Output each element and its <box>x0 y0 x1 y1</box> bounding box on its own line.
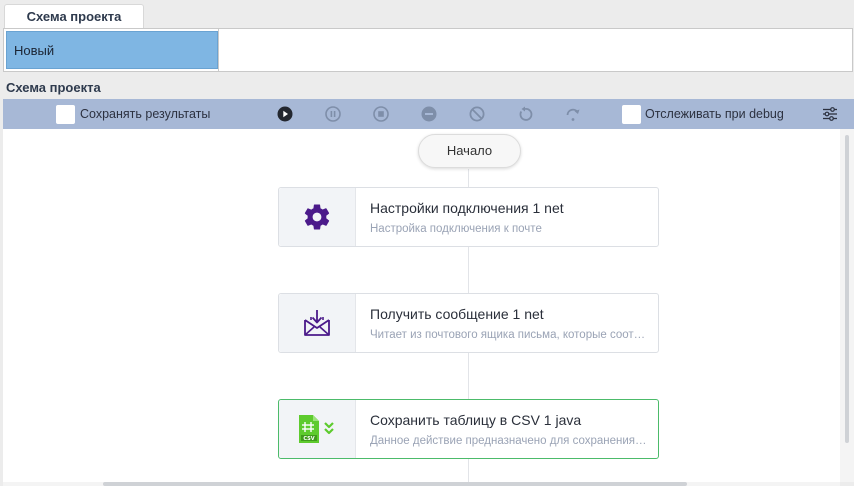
save-results-checkbox[interactable] <box>56 105 75 124</box>
vertical-scrollbar[interactable] <box>840 129 854 482</box>
node-description: Читает из почтового ящика письма, которы… <box>370 329 648 341</box>
redo-icon <box>566 108 580 121</box>
gear-icon <box>304 204 330 230</box>
stop-icon <box>373 106 389 122</box>
vertical-scroll-thumb[interactable] <box>845 135 849 443</box>
node-title: Настройки подключения 1 net <box>370 200 564 216</box>
stop-button[interactable] <box>372 105 390 123</box>
settings-button[interactable] <box>821 105 839 123</box>
stop-all-icon <box>421 106 437 122</box>
node-title: Сохранить таблицу в CSV 1 java <box>370 412 582 428</box>
play-icon <box>277 106 293 122</box>
track-debug-label: Отслеживать при debug <box>645 107 784 121</box>
app-window: Схема проекта Новый Схема проекта Сохран… <box>0 0 854 486</box>
cancel-icon <box>469 106 485 122</box>
flow-node-save-csv[interactable]: CSV Сохранить таблицу в CSV 1 java Данно… <box>278 399 659 459</box>
flow-node-connection-settings[interactable]: Настройки подключения 1 net Настройка по… <box>278 187 659 247</box>
restart-button[interactable] <box>516 105 534 123</box>
play-button[interactable] <box>276 105 294 123</box>
horizontal-scroll-thumb[interactable] <box>103 482 687 486</box>
flow-node-get-message[interactable]: Получить сообщение 1 net Читает из почто… <box>278 293 659 353</box>
save-results-label: Сохранять результаты <box>80 107 211 121</box>
node-title: Получить сообщение 1 net <box>370 306 544 322</box>
tab-project-scheme[interactable]: Схема проекта <box>4 4 144 28</box>
section-title: Схема проекта <box>6 80 101 95</box>
pause-button[interactable] <box>324 105 342 123</box>
node-description: Настройка подключения к почте <box>370 223 542 235</box>
cancel-button[interactable] <box>468 105 486 123</box>
divider <box>218 29 219 71</box>
start-node[interactable]: Начало <box>418 134 521 168</box>
redo-button[interactable] <box>564 105 582 123</box>
mail-download-icon <box>304 310 330 336</box>
node-icon-box <box>279 294 356 352</box>
horizontal-scrollbar[interactable] <box>3 482 840 486</box>
restart-icon <box>519 106 533 121</box>
flow-canvas[interactable]: Начало Настройки подключения 1 net Настр… <box>3 129 840 482</box>
toolbar: Сохранять результаты Отслеживать при deb… <box>3 99 854 129</box>
pause-icon <box>325 106 341 122</box>
stop-all-button[interactable] <box>420 105 438 123</box>
item-list-panel: Новый <box>3 28 853 72</box>
node-icon-box: CSV <box>279 400 356 458</box>
track-debug-checkbox[interactable] <box>622 105 641 124</box>
node-icon-box <box>279 188 356 246</box>
list-item-new[interactable]: Новый <box>6 31 218 69</box>
svg-text:CSV: CSV <box>303 436 314 442</box>
settings-sliders-icon <box>823 107 837 121</box>
csv-file-icon: CSV <box>299 415 334 443</box>
node-description: Данное действие предназначено для сохран… <box>370 435 648 447</box>
